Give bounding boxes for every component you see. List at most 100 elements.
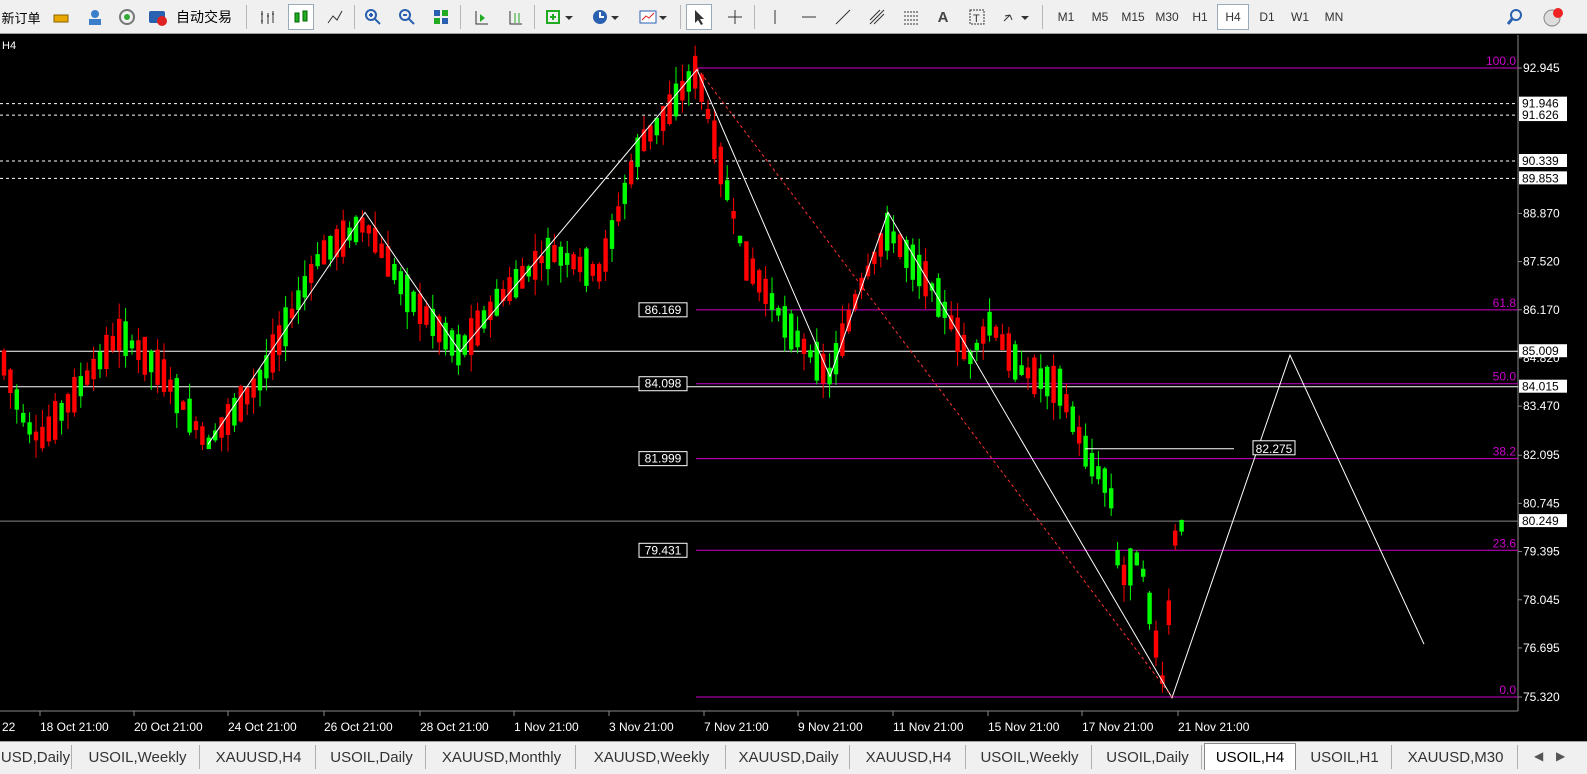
candle-body <box>181 401 186 410</box>
text-label-icon[interactable]: T <box>964 4 990 30</box>
candle-body <box>142 336 147 375</box>
candle-body <box>533 251 538 280</box>
signal-icon[interactable] <box>114 4 140 30</box>
notification-icon[interactable] <box>1540 4 1566 30</box>
date-label: 26 Oct 21:00 <box>324 720 393 734</box>
candle-body <box>481 310 487 329</box>
chart-tab[interactable]: USOIL,Daily <box>318 745 426 769</box>
candle-body <box>430 308 435 336</box>
tabs-scroll-left-icon[interactable]: ◀ <box>1534 749 1543 763</box>
trendline-icon[interactable] <box>830 4 856 30</box>
trendline-label: 82.275 <box>1256 442 1293 456</box>
chart-tab[interactable]: XAUUSD,Monthly <box>428 745 576 769</box>
timeframe-h1[interactable]: H1 <box>1184 4 1216 30</box>
candle-body <box>718 146 723 185</box>
candle-body <box>897 234 903 258</box>
candle-body <box>1019 365 1024 375</box>
chart-tab[interactable]: USOIL,Daily <box>1094 745 1202 769</box>
candle-body <box>373 227 378 253</box>
candle-body <box>232 397 237 426</box>
candle-body <box>40 426 45 449</box>
auto-scroll-icon[interactable] <box>468 4 494 30</box>
candle-body <box>1147 592 1152 625</box>
candle-body <box>424 306 429 325</box>
candle-body <box>712 120 717 160</box>
candle-body <box>571 254 576 270</box>
date-label: 24 Oct 21:00 <box>228 720 297 734</box>
horizontal-line-icon[interactable] <box>796 4 822 30</box>
candle-body <box>21 412 26 423</box>
candle-body <box>1179 519 1184 532</box>
candle-body <box>334 229 339 258</box>
candle-body <box>347 227 352 241</box>
arrows-dropdown[interactable] <box>998 4 1034 30</box>
bar-chart-icon[interactable] <box>254 4 280 30</box>
line-chart-icon[interactable] <box>322 4 348 30</box>
gold-bars-icon[interactable] <box>48 4 74 30</box>
date-label: 15 Nov 21:00 <box>988 720 1060 734</box>
candle-body <box>1070 406 1075 432</box>
text-icon[interactable]: A <box>930 4 956 30</box>
zoom-out-icon[interactable] <box>394 4 420 30</box>
chart-tab[interactable]: XAUUSD,Daily <box>728 745 850 769</box>
cursor-icon[interactable] <box>686 4 712 30</box>
search-icon[interactable] <box>1502 4 1528 30</box>
auto-trade-button[interactable]: 自动交易 <box>148 4 240 30</box>
vertical-line-icon[interactable] <box>762 4 788 30</box>
timeframe-d1[interactable]: D1 <box>1251 4 1283 30</box>
candle-body <box>808 350 813 358</box>
candle-body <box>910 244 915 280</box>
chart-tab[interactable]: USOIL,Weekly <box>76 745 200 769</box>
date-label: 28 Oct 21:00 <box>420 720 489 734</box>
chart-shift-icon[interactable] <box>502 4 528 30</box>
date-label: 20 Oct 21:00 <box>134 720 203 734</box>
periods-dropdown[interactable] <box>586 4 626 30</box>
timeframe-m30[interactable]: M30 <box>1151 4 1183 30</box>
candle-body <box>110 335 115 351</box>
chart-tab[interactable]: XAUUSD,Weekly <box>578 745 726 769</box>
chart-tab[interactable]: USOIL,H4 <box>1204 743 1296 770</box>
tile-windows-icon[interactable] <box>428 4 454 30</box>
candle-body <box>936 278 941 317</box>
timeframe-m15[interactable]: M15 <box>1117 4 1149 30</box>
tabs-scroll-right-icon[interactable]: ▶ <box>1556 749 1565 763</box>
equidistant-channel-icon[interactable] <box>864 4 890 30</box>
timeframe-m1[interactable]: M1 <box>1050 4 1082 30</box>
timeframe-h4[interactable]: H4 <box>1217 4 1249 30</box>
candle-body <box>494 288 499 316</box>
candle-body <box>91 358 96 380</box>
chart-tab[interactable]: XAUUSD,H4 <box>852 745 966 769</box>
date-label: 11 Nov 21:00 <box>893 720 964 734</box>
chart-tab[interactable]: USD,Daily <box>0 745 72 769</box>
chart-tab[interactable]: USOIL,Weekly <box>968 745 1092 769</box>
candle-body <box>315 254 320 267</box>
price-chart[interactable]: H4 92.945 86.170 84.820 83.470 82.095 80.745 79… <box>0 35 1587 741</box>
candle-body <box>405 274 410 313</box>
timeframe-m5[interactable]: M5 <box>1084 4 1116 30</box>
templates-dropdown[interactable] <box>634 4 674 30</box>
chart-tab[interactable]: XAUUSD,H4 <box>202 745 316 769</box>
zoom-in-icon[interactable] <box>360 4 386 30</box>
user-profile-icon[interactable] <box>82 4 108 30</box>
chart-tab[interactable]: XAUUSD,M30 <box>1394 745 1518 769</box>
chart-tab[interactable]: USOIL,H1 <box>1298 745 1392 769</box>
indicators-dropdown[interactable] <box>540 4 580 30</box>
candle-body <box>328 235 333 260</box>
candle-body <box>14 389 19 410</box>
candle-body <box>1089 452 1095 477</box>
timeframe-mn[interactable]: MN <box>1318 4 1350 30</box>
candle-body <box>1006 333 1011 371</box>
candle-body <box>1096 466 1101 480</box>
candlestick-chart-icon[interactable] <box>288 4 314 30</box>
timeframe-w1[interactable]: W1 <box>1284 4 1316 30</box>
candle-body <box>680 80 685 101</box>
candle-body <box>411 291 416 313</box>
crosshair-icon[interactable] <box>722 4 748 30</box>
candle-body <box>744 241 749 281</box>
candle-body <box>187 398 192 433</box>
price-tick-label: 83.470 <box>1523 399 1560 413</box>
fibonacci-icon[interactable] <box>898 4 924 30</box>
candle-body <box>1077 426 1082 444</box>
candle-body <box>616 206 621 222</box>
new-order-button[interactable]: 新订单 <box>0 4 42 30</box>
